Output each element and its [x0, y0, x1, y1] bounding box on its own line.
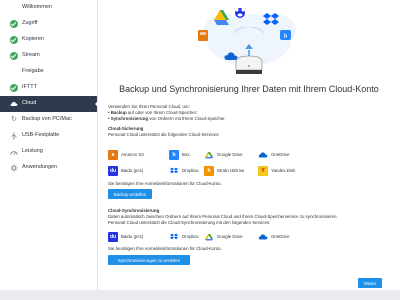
performance-icon [10, 151, 18, 155]
sync-description-2: Personal Cloud unterstützt die Cloud-Syn… [108, 220, 271, 225]
baidu-icon: du [108, 165, 118, 176]
service-dropbox: Dropbox [169, 165, 199, 176]
google-drive-icon [204, 231, 214, 242]
sidebar-item-anwendungen[interactable]: Anwendungen [0, 160, 97, 176]
service-label: Google Drive [217, 234, 243, 239]
bullet-text: auf oder von Ihrem Cloud-Speicher; [126, 110, 198, 115]
bullet-bold: Synchronisierung [110, 116, 149, 121]
check-icon [10, 20, 18, 28]
cloud-services-illustration: b [198, 8, 296, 74]
sync-heading: Cloud-Synchronisierung [108, 208, 160, 213]
service-label: OneDrive [271, 234, 290, 239]
service-onedrive: OneDrive [258, 149, 290, 160]
sidebar-item-zugriff[interactable]: Zugriff [0, 16, 97, 32]
sidebar-item-label: Kopieren [22, 36, 45, 42]
sidebar: Willkommen Zugriff Kopieren Stream Freig… [0, 0, 98, 290]
sidebar-item-leistung[interactable]: Leistung [0, 144, 97, 160]
sidebar-item-label: USB-Festplatte [22, 132, 60, 138]
backup-note: Sie benötigen Ihre Anmeldeinformationen … [108, 181, 222, 186]
service-label: Google Drive [217, 152, 243, 157]
nas-device-icon [235, 55, 263, 74]
service-google-drive: Google Drive [204, 231, 243, 242]
sidebar-item-backup-pc-mac[interactable]: ↻ Backup von PC/Mac [0, 112, 97, 128]
sidebar-item-label: Leistung [22, 148, 43, 154]
box-icon: b [280, 30, 291, 40]
cloud-icon [10, 101, 18, 106]
backup-heading: Cloud-Sicherung [108, 126, 144, 131]
sidebar-item-label: Stream [22, 52, 40, 58]
sidebar-item-label: Willkommen [22, 4, 52, 10]
service-yandex-disk: Y Yandex.Disk [258, 165, 295, 176]
yandex-disk-icon: Y [258, 165, 268, 176]
sync-note: Sie benötigen Ihre Anmeldeinformationen … [108, 246, 222, 251]
sidebar-item-label: Anwendungen [22, 164, 58, 170]
service-label: Dropbox [182, 234, 199, 239]
apps-icon [10, 164, 18, 172]
check-icon [10, 52, 18, 60]
intro-text: Verwenden Sie Ihren Personal Cloud, um: [108, 104, 190, 109]
sidebar-item-label: Backup von PC/Mac [22, 116, 72, 122]
backup-icon: ↻ [11, 116, 17, 123]
check-icon [10, 36, 18, 44]
dropbox-icon [169, 165, 179, 176]
bullet-sync: • Synchronisierung von Ordnern mit Ihrem… [108, 116, 226, 121]
sync-description-1: Daten automatisch zwischen Ordnern auf I… [108, 214, 338, 219]
service-label: Strato HiDrive [217, 168, 245, 173]
bullet-backup: • Backup auf oder von Ihrem Cloud-Speich… [108, 110, 198, 115]
svg-text:b: b [284, 34, 287, 40]
sidebar-item-willkommen[interactable]: Willkommen [0, 0, 97, 16]
dropbox-icon [169, 231, 179, 242]
sidebar-item-label: Cloud [22, 100, 37, 106]
service-label: Baidu (pcs) [121, 168, 144, 173]
bullet-text: von Ordnern mit Ihrem Cloud-Speicher. [148, 116, 226, 121]
sidebar-item-freigabe[interactable]: Freigabe [0, 64, 97, 80]
service-dropbox: Dropbox [169, 231, 199, 242]
sidebar-item-stream[interactable]: Stream [0, 48, 97, 64]
service-label: Dropbox [182, 168, 199, 173]
service-strato-hidrive: h Strato HiDrive [204, 165, 244, 176]
sidebar-item-usb-festplatte[interactable]: USB-Festplatte [0, 128, 97, 144]
sidebar-item-kopieren[interactable]: Kopieren [0, 32, 97, 48]
sidebar-item-label: Freigabe [22, 68, 44, 74]
bullet-bold: Backup [110, 110, 127, 115]
service-label: Baidu (pcs) [121, 234, 144, 239]
app-window: Willkommen Zugriff Kopieren Stream Freig… [0, 0, 400, 290]
service-label: Yandex.Disk [271, 168, 296, 173]
google-drive-icon [214, 10, 229, 25]
next-button[interactable]: Weiter [358, 278, 382, 288]
create-sync-button[interactable]: Synchronisierungen zu erstellen [108, 255, 190, 265]
create-backup-button[interactable]: Backup erstellen [108, 189, 152, 199]
service-baidu: du Baidu (pcs) [108, 231, 143, 242]
check-icon [10, 84, 18, 92]
service-google-drive: Google Drive [204, 149, 243, 160]
service-label: Amazon S3 [121, 152, 144, 157]
sidebar-item-ifttt[interactable]: IFTTT [0, 80, 97, 96]
amazon-s3-icon [198, 30, 208, 41]
usb-icon [11, 132, 17, 140]
baidu-icon [235, 8, 245, 18]
onedrive-icon [258, 231, 268, 242]
baidu-icon: du [108, 231, 118, 242]
service-amazon-s3: a Amazon S3 [108, 149, 144, 160]
service-onedrive: OneDrive [258, 231, 290, 242]
box-icon: b [169, 149, 179, 160]
page-title: Backup und Synchronisierung Ihrer Daten … [119, 84, 379, 94]
backup-description: Personal Cloud unterstützt die folgenden… [108, 132, 220, 137]
sidebar-item-label: IFTTT [22, 84, 37, 90]
google-drive-icon [204, 149, 214, 160]
amazon-s3-icon: a [108, 149, 118, 160]
service-label: OneDrive [271, 152, 290, 157]
service-baidu: du Baidu (pcs) [108, 165, 143, 176]
main-content: b Backup und Synchronisierung Ihrer Date… [98, 0, 400, 290]
sidebar-item-label: Zugriff [22, 20, 38, 26]
service-label: Box [182, 152, 190, 157]
sidebar-item-cloud[interactable]: Cloud [0, 96, 98, 112]
strato-hidrive-icon: h [204, 165, 214, 176]
onedrive-icon [258, 149, 268, 160]
service-box: b Box [169, 149, 190, 160]
